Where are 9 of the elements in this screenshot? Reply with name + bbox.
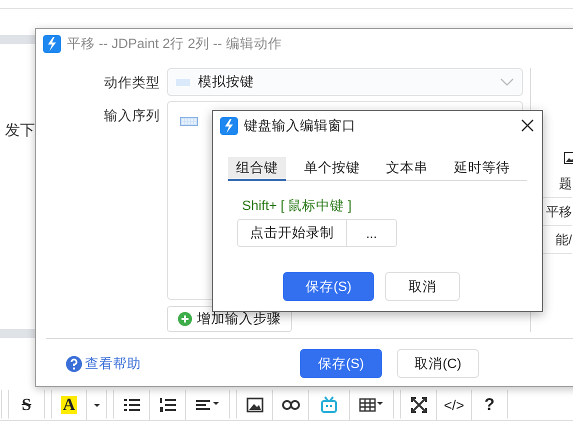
- field-label: 动作类型: [103, 74, 160, 92]
- page-text: 发下: [5, 122, 35, 140]
- window-title: 键盘输入编辑窗口: [244, 116, 356, 134]
- table-cell: 能/: [555, 230, 572, 248]
- table-cell: 题: [559, 174, 572, 192]
- table-cell: 平移: [546, 202, 572, 220]
- window-title: 平移 -- JDPaint 2行 2列 -- 编辑动作: [67, 34, 282, 52]
- field-label: 输入序列: [103, 107, 160, 125]
- key-combination-text: Shift+ [ 鼠标中键 ]: [242, 197, 353, 215]
